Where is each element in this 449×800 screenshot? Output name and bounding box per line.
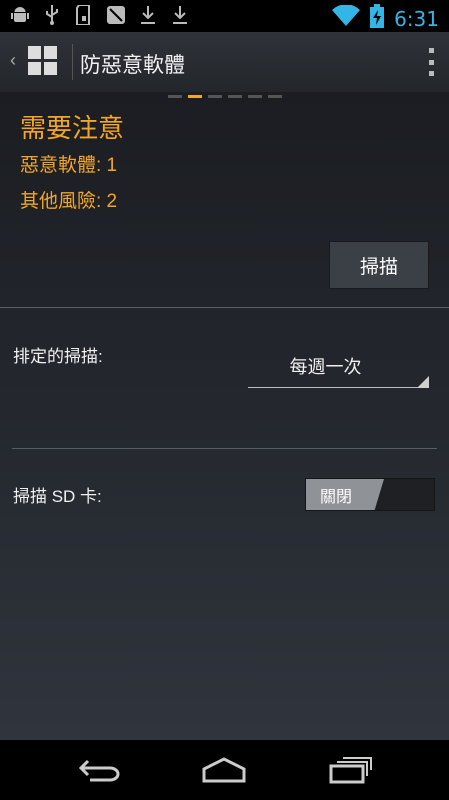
clock: 6:31: [394, 6, 439, 31]
scheduled-scan-value: 每週一次: [289, 357, 362, 377]
main-content: 需要注意 惡意軟體: 1 其他風險: 2 掃描 排定的掃描: 每週一次 掃描 S…: [0, 92, 449, 740]
section-divider: [0, 307, 449, 308]
no-sim-icon: [106, 5, 126, 25]
page-dot: [268, 95, 282, 98]
wifi-icon: [332, 4, 361, 32]
navigation-bar: [0, 740, 449, 800]
up-caret-icon[interactable]: ‹: [10, 50, 16, 71]
malware-count: 惡意軟體: 1: [20, 155, 118, 176]
scheduled-scan-spinner[interactable]: 每週一次: [248, 344, 429, 388]
spinner-corner-icon: [417, 376, 429, 388]
android-debug-icon: [10, 5, 30, 25]
action-bar: ‹ 防惡意軟體: [0, 32, 449, 93]
home-icon[interactable]: [199, 752, 249, 788]
toggle-thumb: 關閉: [306, 479, 384, 510]
sd-card-icon: [74, 5, 94, 25]
scheduled-scan-label: 排定的掃描:: [13, 347, 103, 366]
spinner-underline: [248, 387, 429, 388]
system-indicators: 6:31: [332, 4, 439, 33]
scan-sd-toggle[interactable]: 關閉: [305, 478, 435, 511]
page-title: 防惡意軟體: [80, 54, 185, 77]
overflow-menu-icon[interactable]: [429, 48, 435, 76]
status-bar: 6:31: [0, 0, 449, 32]
usb-icon: [42, 5, 62, 25]
page-indicator: [168, 95, 282, 98]
status-heading: 需要注意: [20, 113, 125, 143]
page-dot-active: [188, 95, 202, 98]
other-risks-count: 其他風險: 2: [20, 191, 118, 212]
battery-charging-icon: [370, 4, 385, 33]
toggle-state-label: 關閉: [320, 488, 353, 506]
page-dot: [248, 95, 262, 98]
scan-button[interactable]: 掃描: [329, 241, 429, 289]
page-dot: [228, 95, 242, 98]
page-dot: [168, 95, 182, 98]
action-bar-divider: [72, 44, 73, 80]
scan-sd-label: 掃描 SD 卡:: [13, 487, 102, 506]
row-divider: [12, 448, 437, 449]
download-icon: [170, 5, 190, 25]
notification-icons: [10, 5, 190, 25]
download-icon: [138, 5, 158, 25]
page-dot: [208, 95, 222, 98]
back-icon[interactable]: [75, 752, 125, 788]
grid-logo-icon[interactable]: [28, 46, 58, 76]
recent-apps-icon[interactable]: [325, 752, 375, 788]
